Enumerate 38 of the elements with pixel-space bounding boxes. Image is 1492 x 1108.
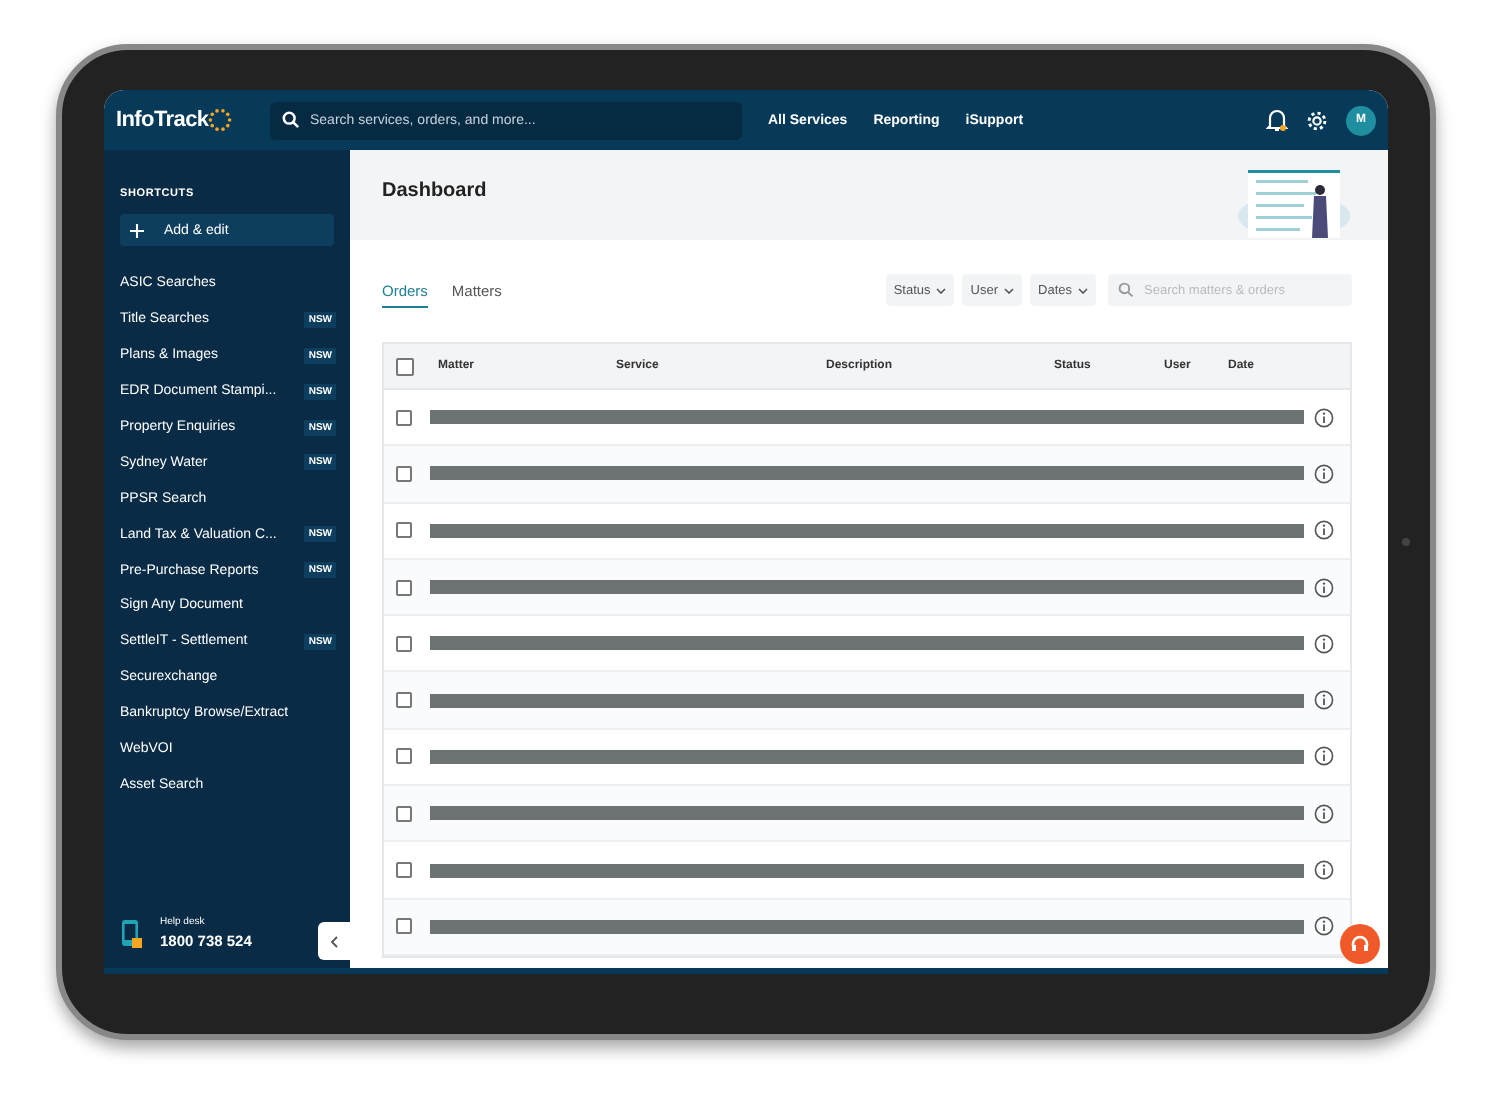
- info-icon[interactable]: [1314, 916, 1334, 937]
- page-title: Dashboard: [382, 180, 487, 202]
- plus-icon: [130, 223, 144, 237]
- row-checkbox[interactable]: [396, 579, 412, 596]
- settings-icon[interactable]: [1306, 109, 1328, 131]
- row-checkbox[interactable]: [396, 409, 412, 426]
- dots-ring-icon: [208, 108, 233, 132]
- info-icon[interactable]: [1314, 803, 1334, 824]
- bell-icon[interactable]: [1266, 108, 1288, 132]
- phone-icon: [120, 917, 144, 949]
- row-checkbox[interactable]: [396, 465, 412, 482]
- headset-icon: [1350, 934, 1370, 954]
- row-checkbox[interactable]: [396, 522, 412, 539]
- search-icon: [282, 111, 300, 129]
- camera-dot: [1402, 538, 1410, 546]
- row-checkbox[interactable]: [396, 918, 412, 935]
- info-icon[interactable]: [1314, 690, 1334, 711]
- info-icon[interactable]: [1314, 746, 1334, 767]
- row-checkbox[interactable]: [396, 862, 412, 879]
- row-checkbox[interactable]: [396, 692, 412, 709]
- info-icon[interactable]: [1314, 463, 1334, 484]
- chevron-left-icon: [330, 935, 338, 947]
- info-icon[interactable]: [1314, 407, 1334, 428]
- row-checkbox[interactable]: [396, 748, 412, 765]
- logo[interactable]: InfoTrack: [116, 108, 209, 132]
- collapse-button[interactable]: [318, 922, 350, 960]
- caret-icon: [936, 287, 947, 293]
- info-icon[interactable]: [1314, 520, 1334, 541]
- caret-icon: [1004, 287, 1015, 293]
- search-icon: [1118, 282, 1134, 298]
- info-icon[interactable]: [1314, 577, 1334, 598]
- select-all-checkbox[interactable]: [396, 357, 414, 375]
- info-icon[interactable]: [1314, 633, 1334, 654]
- info-icon[interactable]: [1314, 860, 1334, 881]
- row-checkbox[interactable]: [396, 805, 412, 822]
- support-button[interactable]: [1340, 924, 1380, 964]
- row-checkbox[interactable]: [396, 635, 412, 652]
- caret-icon: [1078, 287, 1088, 293]
